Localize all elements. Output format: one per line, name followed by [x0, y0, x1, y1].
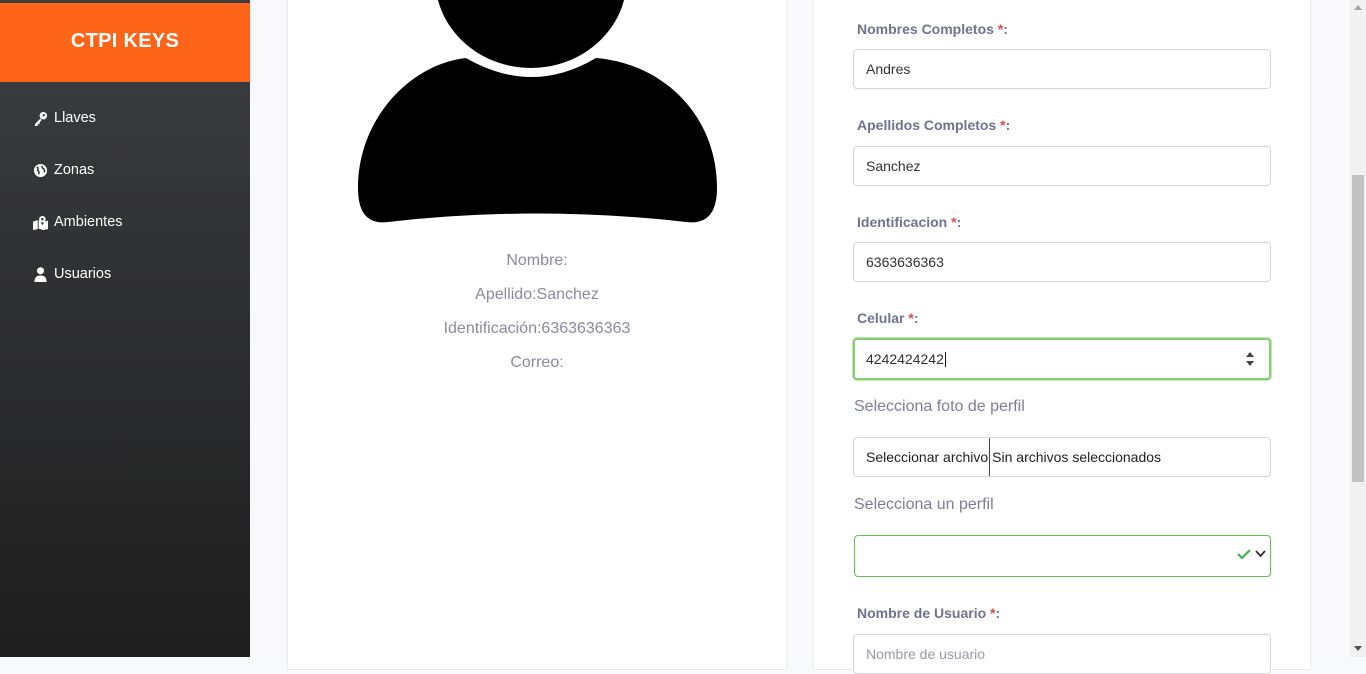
- file-status: Sin archivos seleccionados: [992, 449, 1162, 465]
- apellidos-label: Apellidos Completos *:: [857, 117, 1011, 133]
- profile-identificacion: Identificación:6363636363: [443, 320, 631, 337]
- usuario-input[interactable]: Nombre de usuario: [853, 634, 1271, 674]
- sidebar-item-llaves[interactable]: Llaves: [31, 108, 96, 128]
- nombres-label: Nombres Completos *:: [857, 21, 1008, 37]
- foto-file-input[interactable]: Seleccionar archivo Sin archivos selecci…: [853, 437, 1271, 477]
- sidebar-item-label: Llaves: [54, 110, 96, 126]
- usuario-label: Nombre de Usuario *:: [857, 605, 1001, 621]
- scroll-down-arrow-icon[interactable]: [1354, 646, 1362, 651]
- perfil-select[interactable]: [854, 535, 1271, 577]
- key-icon: [31, 109, 49, 127]
- identificacion-input[interactable]: 6363636363: [853, 242, 1271, 282]
- profile-correo: Correo:: [510, 354, 564, 371]
- scroll-up-arrow-icon[interactable]: [1354, 5, 1362, 10]
- text-caret: [944, 351, 946, 367]
- identificacion-label: Identificacion *:: [857, 214, 962, 230]
- user-icon: [31, 265, 49, 283]
- celular-label: Celular *:: [857, 310, 919, 326]
- sidebar-item-label: Usuarios: [54, 266, 112, 282]
- nombres-input[interactable]: Andres: [853, 49, 1271, 89]
- map-icon: [31, 213, 49, 231]
- perfil-label: Selecciona un perfil: [854, 496, 994, 513]
- sidebar-item-zonas[interactable]: Zonas: [31, 160, 94, 180]
- avatar-icon: [358, 0, 717, 223]
- check-icon: [1237, 549, 1251, 560]
- brand-title[interactable]: CTPI KEYS: [0, 3, 250, 82]
- sidebar-item-ambientes[interactable]: Ambientes: [31, 212, 123, 232]
- chevron-down-icon: [1255, 550, 1266, 558]
- number-spinner-icon[interactable]: [1245, 351, 1255, 367]
- apellidos-input[interactable]: Sanchez: [853, 146, 1271, 186]
- celular-input[interactable]: 4242424242: [853, 338, 1271, 380]
- profile-nombre: Nombre:: [506, 252, 568, 269]
- scrollbar-thumb[interactable]: [1352, 175, 1364, 482]
- foto-label: Selecciona foto de perfil: [854, 398, 1025, 415]
- profile-apellido: Apellido:Sanchez: [475, 286, 599, 303]
- globe-icon: [31, 161, 49, 179]
- sidebar-item-label: Ambientes: [54, 214, 123, 230]
- sidebar-item-label: Zonas: [54, 162, 95, 178]
- sidebar: [0, 0, 250, 657]
- select-file-button[interactable]: Seleccionar archivo: [866, 438, 991, 476]
- sidebar-item-usuarios[interactable]: Usuarios: [31, 264, 111, 284]
